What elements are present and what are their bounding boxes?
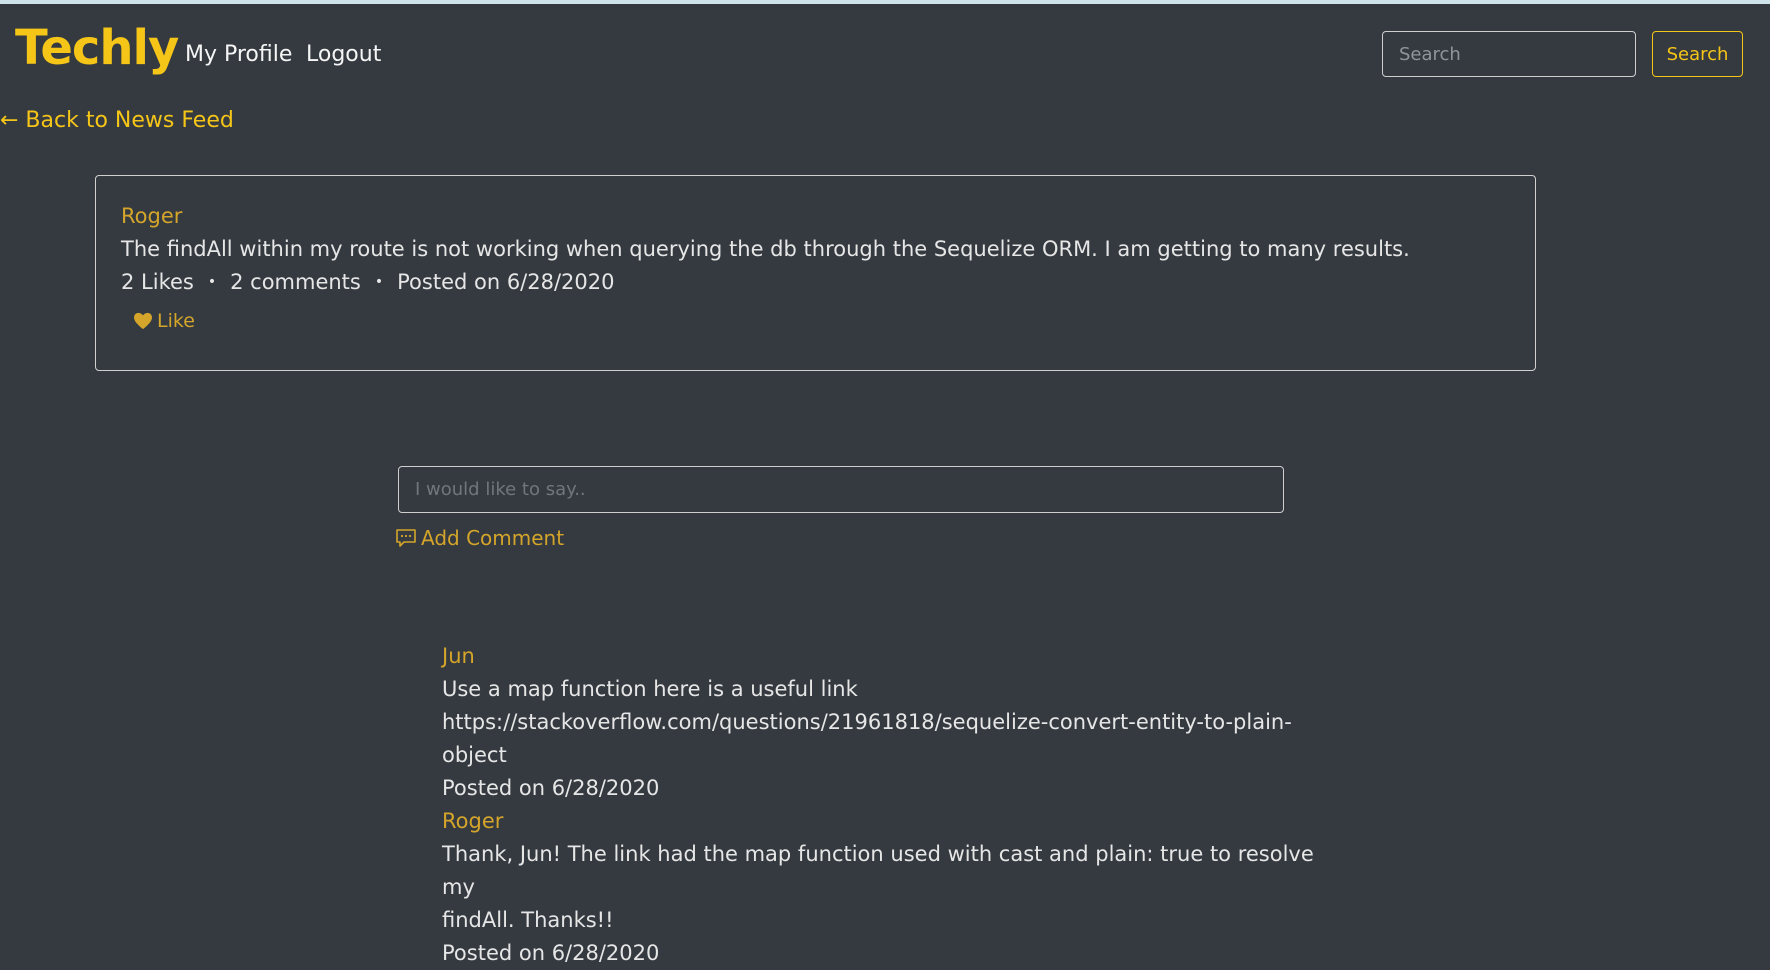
comment-date: Posted on 6/28/2020 bbox=[442, 776, 660, 800]
like-button[interactable]: Like bbox=[133, 310, 195, 332]
separator-dot: • bbox=[374, 274, 384, 290]
back-to-news-feed-link[interactable]: ← Back to News Feed bbox=[0, 108, 234, 133]
search-button[interactable]: Search bbox=[1652, 31, 1743, 77]
top-accent-line bbox=[0, 0, 1770, 4]
comment-body-line: findAll. Thanks!! bbox=[442, 908, 614, 932]
comment-author[interactable]: Jun bbox=[442, 640, 1342, 673]
post-card: Roger The findAll within my route is not… bbox=[95, 175, 1536, 371]
comment-date: Posted on 6/28/2020 bbox=[442, 941, 660, 965]
separator-dot: • bbox=[207, 274, 217, 290]
add-comment-button[interactable]: Add Comment bbox=[395, 526, 564, 550]
comment-body-line: Use a map function here is a useful link bbox=[442, 677, 858, 701]
post-author[interactable]: Roger bbox=[121, 204, 182, 228]
nav-logout[interactable]: Logout bbox=[306, 42, 381, 67]
post-comments-count: 2 comments bbox=[230, 270, 361, 294]
like-button-label: Like bbox=[157, 310, 195, 332]
heart-icon bbox=[134, 312, 152, 330]
comment-icon bbox=[396, 529, 416, 547]
nav-my-profile[interactable]: My Profile bbox=[185, 42, 292, 67]
comment-item: Jun Use a map function here is a useful … bbox=[442, 640, 1342, 805]
comment-author[interactable]: Roger bbox=[442, 805, 1342, 838]
comment-input[interactable] bbox=[398, 466, 1284, 513]
add-comment-label: Add Comment bbox=[421, 526, 565, 550]
post-date: Posted on 6/28/2020 bbox=[397, 270, 615, 294]
post-body: The findAll within my route is not worki… bbox=[121, 237, 1410, 261]
comment-body-line: Thank, Jun! The link had the map functio… bbox=[442, 842, 1314, 899]
post-meta: 2 Likes • 2 comments • Posted on 6/28/20… bbox=[121, 270, 615, 294]
post-likes-count: 2 Likes bbox=[121, 270, 194, 294]
comment-link: https://stackoverflow.com/questions/2196… bbox=[442, 710, 1292, 767]
brand-logo[interactable]: Techly bbox=[15, 20, 179, 76]
comment-item: Roger Thank, Jun! The link had the map f… bbox=[442, 805, 1342, 970]
search-input[interactable] bbox=[1382, 31, 1636, 77]
